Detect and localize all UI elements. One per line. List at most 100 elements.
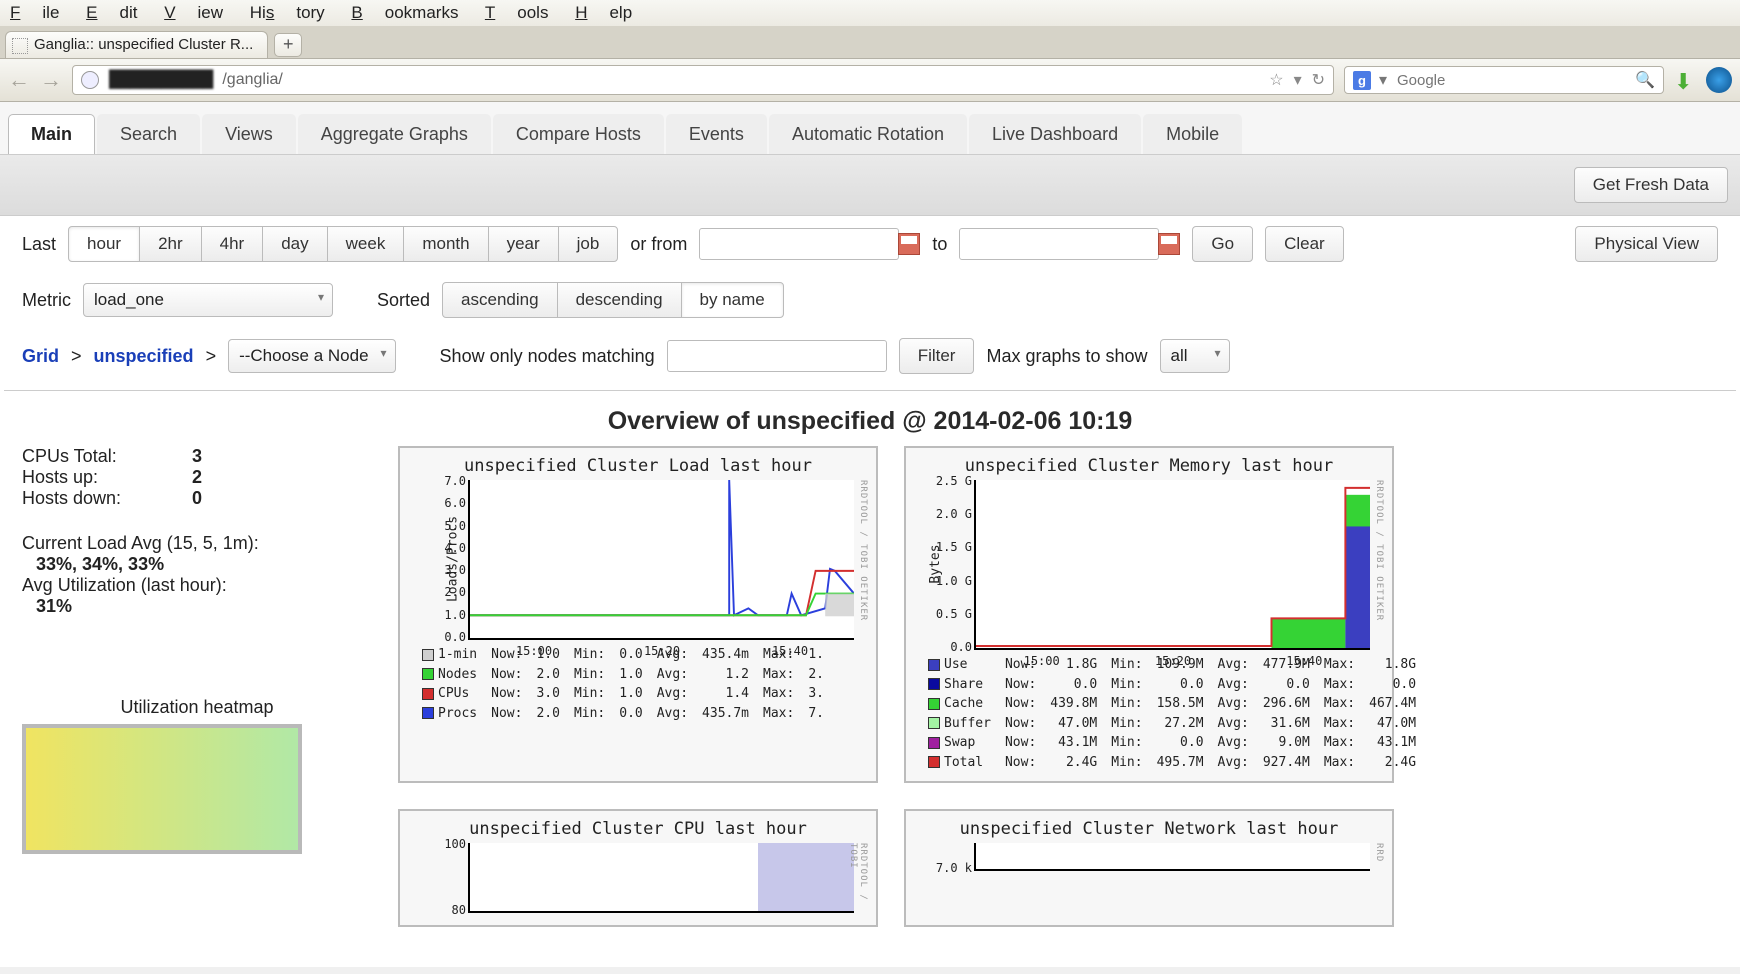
tab-compare-hosts[interactable]: Compare Hosts	[493, 114, 664, 154]
from-date[interactable]	[699, 228, 920, 260]
utilization-heatmap[interactable]	[22, 724, 302, 854]
tab-main[interactable]: Main	[8, 114, 95, 154]
addon-icon[interactable]	[1706, 67, 1732, 93]
get-fresh-data-button[interactable]: Get Fresh Data	[1574, 167, 1728, 203]
tab-views[interactable]: Views	[202, 114, 296, 154]
cluster-link[interactable]: unspecified	[94, 346, 194, 367]
metric-row: Metric load_one Sorted ascendingdescendi…	[0, 272, 1740, 328]
action-bar: Get Fresh Data	[0, 155, 1740, 216]
url-path: /ganglia/	[222, 71, 283, 89]
load-graph[interactable]: unspecified Cluster Load last hour Loads…	[398, 446, 878, 783]
cpu-graph-title: unspecified Cluster CPU last hour	[408, 819, 868, 839]
sorted-label: Sorted	[377, 290, 430, 311]
time-range-row: Last hour2hr4hrdayweekmonthyearjob or fr…	[0, 216, 1740, 272]
menu-file[interactable]: File	[10, 3, 59, 22]
menu-history[interactable]: History	[250, 3, 325, 22]
ganglia-tablist: MainSearchViewsAggregate GraphsCompare H…	[0, 102, 1740, 155]
load-avg-label: Current Load Avg (15, 5, 1m):	[22, 533, 372, 554]
load-plot-svg	[470, 480, 854, 638]
summary-panel: CPUs Total:3 Hosts up:2 Hosts down:0 Cur…	[22, 446, 372, 854]
tab-live-dashboard[interactable]: Live Dashboard	[969, 114, 1141, 154]
site-identity-icon	[81, 71, 99, 89]
menu-tools[interactable]: Tools	[485, 3, 549, 22]
tab-events[interactable]: Events	[666, 114, 767, 154]
sort-descending[interactable]: descending	[557, 282, 682, 318]
range-year[interactable]: year	[488, 226, 559, 262]
browser-navrow: ← → ██████████ /ganglia/ ☆ ▾ ↻ g ▾ 🔍 ⬇	[0, 59, 1740, 102]
tab-automatic-rotation[interactable]: Automatic Rotation	[769, 114, 967, 154]
metric-select[interactable]: load_one	[83, 283, 333, 317]
calendar-icon[interactable]	[1158, 233, 1180, 255]
legend-row: CacheNow:439.8MMin:158.5MAvg:296.6MMax:4…	[922, 695, 1422, 713]
heatmap-title: Utilization heatmap	[22, 697, 372, 718]
url-bar[interactable]: ██████████ /ganglia/ ☆ ▾ ↻	[72, 65, 1334, 95]
util-label: Avg Utilization (last hour):	[22, 575, 372, 596]
cpu-graph[interactable]: unspecified Cluster CPU last hour RRDTOO…	[398, 809, 878, 927]
menu-edit[interactable]: Edit	[86, 3, 137, 22]
menu-view[interactable]: View	[164, 3, 223, 22]
physical-view-button[interactable]: Physical View	[1575, 226, 1718, 262]
filter-input[interactable]	[667, 340, 887, 372]
cpus-total-value: 3	[192, 446, 202, 467]
memory-graph-title: unspecified Cluster Memory last hour	[914, 456, 1384, 476]
overview-title: Overview of unspecified @ 2014-02-06 10:…	[0, 397, 1740, 446]
choose-node-select[interactable]: --Choose a Node	[228, 339, 395, 373]
range-week[interactable]: week	[327, 226, 405, 262]
sort-ascending[interactable]: ascending	[442, 282, 558, 318]
url-host: ██████████	[109, 71, 212, 89]
tab-search[interactable]: Search	[97, 114, 200, 154]
or-from-label: or from	[630, 234, 687, 255]
range-day[interactable]: day	[262, 226, 327, 262]
breadcrumb-row: Grid > unspecified > --Choose a Node Sho…	[0, 328, 1740, 384]
calendar-icon[interactable]	[898, 233, 920, 255]
max-graphs-select[interactable]: all	[1160, 339, 1230, 373]
range-job[interactable]: job	[558, 226, 619, 262]
forward-button[interactable]: →	[40, 67, 62, 93]
legend-row: ShareNow:0.0Min:0.0Avg:0.0Max:0.0	[922, 676, 1422, 694]
dropdown-icon[interactable]: ▾	[1294, 70, 1302, 90]
browser-menubar: File Edit View History Bookmarks Tools H…	[0, 0, 1740, 26]
go-button[interactable]: Go	[1192, 226, 1253, 262]
util-value: 31%	[22, 596, 372, 617]
to-date-input[interactable]	[959, 228, 1159, 260]
menu-bookmarks[interactable]: Bookmarks	[351, 3, 458, 22]
search-engine-dropdown-icon[interactable]: ▾	[1379, 70, 1387, 90]
sort-by-name[interactable]: by name	[681, 282, 784, 318]
legend-row: NodesNow:2.0Min:1.0Avg:1.2Max:2.	[416, 666, 830, 684]
memory-graph[interactable]: unspecified Cluster Memory last hour Byt…	[904, 446, 1394, 783]
legend-row: TotalNow:2.4GMin:495.7MAvg:927.4MMax:2.4…	[922, 754, 1422, 772]
to-date[interactable]	[959, 228, 1180, 260]
range-hour[interactable]: hour	[68, 226, 140, 262]
to-label: to	[932, 234, 947, 255]
reload-button[interactable]: ↻	[1312, 70, 1325, 90]
browser-tab[interactable]: Ganglia:: unspecified Cluster R...	[5, 31, 268, 58]
grid-link[interactable]: Grid	[22, 346, 59, 367]
browser-search-bar[interactable]: g ▾ 🔍	[1344, 66, 1664, 94]
search-input[interactable]	[1395, 71, 1627, 90]
load-graph-title: unspecified Cluster Load last hour	[408, 456, 868, 476]
cpu-plot-svg	[470, 843, 854, 911]
last-label: Last	[22, 234, 56, 255]
max-graphs-label: Max graphs to show	[986, 346, 1147, 367]
matching-label: Show only nodes matching	[440, 346, 655, 367]
filter-button[interactable]: Filter	[899, 338, 975, 374]
search-go-icon[interactable]: 🔍	[1635, 70, 1655, 90]
browser-tabstrip: Ganglia:: unspecified Cluster R... +	[0, 26, 1740, 59]
tab-mobile[interactable]: Mobile	[1143, 114, 1242, 154]
legend-row: ProcsNow:2.0Min:0.0Avg:435.7mMax:7.	[416, 705, 830, 723]
back-button[interactable]: ←	[8, 67, 30, 93]
bookmark-star-icon[interactable]: ☆	[1269, 70, 1283, 90]
legend-row: SwapNow:43.1MMin:0.0Avg:9.0MMax:43.1M	[922, 734, 1422, 752]
new-tab-button[interactable]: +	[274, 33, 302, 57]
hosts-up-value: 2	[192, 467, 202, 488]
downloads-icon[interactable]: ⬇	[1674, 69, 1696, 91]
range-month[interactable]: month	[403, 226, 488, 262]
legend-row: CPUsNow:3.0Min:1.0Avg:1.4Max:3.	[416, 685, 830, 703]
tab-aggregate-graphs[interactable]: Aggregate Graphs	[298, 114, 491, 154]
range-2hr[interactable]: 2hr	[139, 226, 202, 262]
menu-help[interactable]: Help	[575, 3, 632, 22]
clear-button[interactable]: Clear	[1265, 226, 1344, 262]
from-date-input[interactable]	[699, 228, 899, 260]
network-graph[interactable]: unspecified Cluster Network last hour RR…	[904, 809, 1394, 927]
range-4hr[interactable]: 4hr	[201, 226, 264, 262]
